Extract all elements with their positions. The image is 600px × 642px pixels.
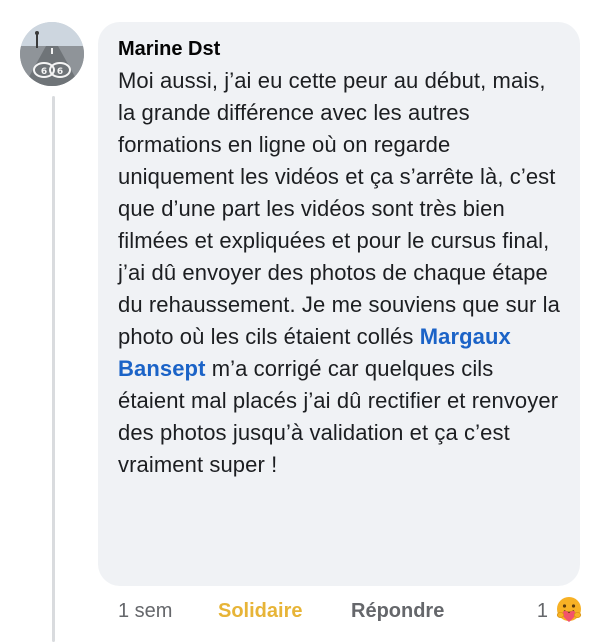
reaction-count[interactable]: 1 — [537, 597, 548, 625]
avatar-image: 6 6 — [20, 22, 84, 86]
reaction-button[interactable]: Solidaire — [218, 597, 302, 625]
comment-text: Moi aussi, j’ai eu cette peur au début, … — [118, 65, 564, 481]
care-emoji-icon[interactable] — [554, 595, 584, 625]
avatar[interactable]: 6 6 — [20, 22, 84, 86]
comment-actions: 1 sem Solidaire Répondre 1 — [118, 597, 600, 625]
thread-line — [52, 96, 55, 642]
svg-text:6: 6 — [41, 67, 47, 77]
comment-text-part-1: Moi aussi, j’ai eu cette peur au début, … — [118, 68, 560, 349]
comment-timestamp[interactable]: 1 sem — [118, 597, 172, 625]
comment-author[interactable]: Marine Dst — [118, 37, 564, 61]
comment-bubble: Marine Dst Moi aussi, j’ai eu cette peur… — [98, 22, 580, 586]
svg-text:6: 6 — [57, 67, 63, 77]
reply-button[interactable]: Répondre — [351, 597, 444, 625]
